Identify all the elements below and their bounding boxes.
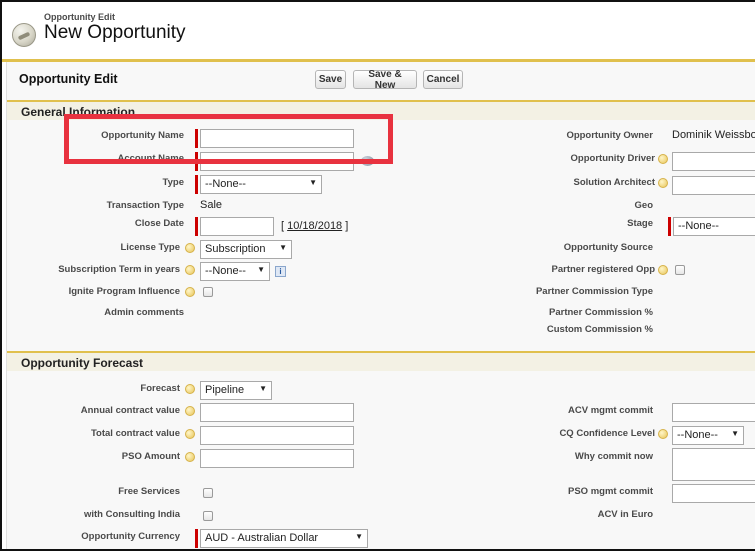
today-date-link[interactable]: [ 10/18/2018 ]: [281, 220, 348, 232]
label-why-commit-now: Why commit now: [574, 451, 653, 462]
label-custom-commission-pct: Custom Commission %: [546, 324, 653, 335]
pso-amount-input[interactable]: [200, 449, 354, 468]
label-acv-mgmt-commit: ACV mgmt commit: [568, 405, 653, 416]
label-opportunity-source: Opportunity Source: [563, 242, 653, 253]
help-bubble-icon[interactable]: [658, 178, 668, 188]
page-subtitle: Opportunity Edit: [44, 12, 115, 22]
total-contract-value-input[interactable]: [200, 426, 354, 445]
highlight-annotation: [64, 114, 393, 164]
chevron-down-icon: ▼: [309, 178, 317, 187]
forecast-select[interactable]: Pipeline ▼: [200, 381, 272, 400]
help-bubble-icon[interactable]: [658, 429, 668, 439]
currency-select[interactable]: AUD - Australian Dollar ▼: [200, 529, 368, 548]
label-cq-confidence: CQ Confidence Level: [559, 428, 655, 439]
opportunity-coin-icon: [12, 23, 36, 47]
label-opportunity-owner: Opportunity Owner: [566, 130, 653, 141]
label-license-type: License Type: [120, 242, 181, 253]
chevron-down-icon: ▼: [259, 384, 267, 393]
required-marker: [668, 217, 671, 236]
label-solution-architect: Solution Architect: [573, 177, 655, 188]
required-marker: [195, 217, 198, 236]
label-partner-registered: Partner registered Opp: [551, 264, 655, 275]
label-partner-commission-type: Partner Commission Type: [535, 286, 653, 297]
label-opportunity-currency: Opportunity Currency: [81, 531, 180, 542]
ignite-program-checkbox[interactable]: [203, 287, 213, 297]
label-annual-contract-value: Annual contract value: [80, 405, 180, 416]
subscription-term-select[interactable]: --None-- ▼: [200, 262, 270, 281]
label-subscription-term: Subscription Term in years: [58, 264, 180, 275]
section-title: Opportunity Forecast: [21, 356, 144, 370]
chevron-down-icon: ▼: [279, 243, 287, 252]
help-bubble-icon[interactable]: [658, 265, 668, 275]
chevron-down-icon: ▼: [257, 265, 265, 274]
form-title: Opportunity Edit: [19, 72, 118, 86]
label-admin-comments: Admin comments: [104, 307, 184, 318]
help-bubble-icon[interactable]: [185, 287, 195, 297]
required-marker: [195, 529, 198, 548]
help-bubble-icon[interactable]: [185, 384, 195, 394]
help-bubble-icon[interactable]: [185, 406, 195, 416]
label-geo: Geo: [634, 200, 653, 211]
help-bubble-icon[interactable]: [185, 243, 195, 253]
pso-mgmt-commit-input[interactable]: [672, 484, 755, 503]
transaction-type-value: Sale: [200, 199, 223, 211]
solution-architect-input[interactable]: [672, 176, 755, 195]
annual-contract-value-input[interactable]: [200, 403, 354, 422]
page-header: Opportunity Edit New Opportunity: [2, 2, 755, 60]
help-bubble-icon[interactable]: [185, 265, 195, 275]
partner-registered-checkbox[interactable]: [675, 265, 685, 275]
page-frame: Opportunity Edit New Opportunity Opportu…: [0, 0, 755, 551]
help-bubble-icon[interactable]: [185, 452, 195, 462]
required-marker: [195, 175, 198, 194]
opportunity-driver-input[interactable]: [672, 152, 755, 171]
help-bubble-icon[interactable]: [185, 429, 195, 439]
label-consulting-india: with Consulting India: [83, 509, 180, 520]
chevron-down-icon: ▼: [731, 429, 739, 438]
close-date-input[interactable]: [200, 217, 274, 236]
opportunity-owner-value[interactable]: Dominik Weissbo: [672, 129, 755, 141]
save-button[interactable]: Save: [315, 70, 346, 89]
save-new-button[interactable]: Save & New: [353, 69, 417, 91]
stage-select[interactable]: --None--: [673, 217, 755, 236]
label-free-services: Free Services: [118, 486, 180, 497]
label-ignite-program: Ignite Program Influence: [68, 286, 180, 297]
free-services-checkbox[interactable]: [203, 488, 213, 498]
label-forecast: Forecast: [140, 383, 180, 394]
label-opportunity-driver: Opportunity Driver: [570, 153, 655, 164]
type-select[interactable]: --None-- ▼: [200, 175, 322, 194]
button-bar: Opportunity Edit Save Save & New Cancel: [7, 62, 755, 98]
cq-confidence-select[interactable]: --None-- ▼: [672, 426, 744, 445]
help-bubble-icon[interactable]: [658, 154, 668, 164]
chevron-down-icon: ▼: [355, 532, 363, 541]
why-commit-now-textarea[interactable]: [672, 448, 755, 481]
section-opportunity-forecast: Opportunity Forecast: [7, 351, 755, 371]
consulting-india-checkbox[interactable]: [203, 511, 213, 521]
acv-mgmt-commit-input[interactable]: [672, 403, 755, 422]
page-title: New Opportunity: [44, 22, 186, 43]
license-type-select[interactable]: Subscription ▼: [200, 240, 292, 259]
label-acv-in-euro: ACV in Euro: [597, 509, 653, 520]
label-partner-commission-pct: Partner Commission %: [549, 307, 653, 318]
label-transaction-type: Transaction Type: [106, 200, 184, 211]
label-pso-mgmt-commit: PSO mgmt commit: [568, 486, 653, 497]
label-pso-amount: PSO Amount: [121, 451, 180, 462]
label-total-contract-value: Total contract value: [90, 428, 180, 439]
label-stage: Stage: [627, 218, 653, 229]
cancel-button[interactable]: Cancel: [423, 70, 463, 89]
info-button[interactable]: i: [275, 266, 286, 277]
label-type: Type: [162, 177, 184, 188]
label-close-date: Close Date: [134, 218, 184, 229]
